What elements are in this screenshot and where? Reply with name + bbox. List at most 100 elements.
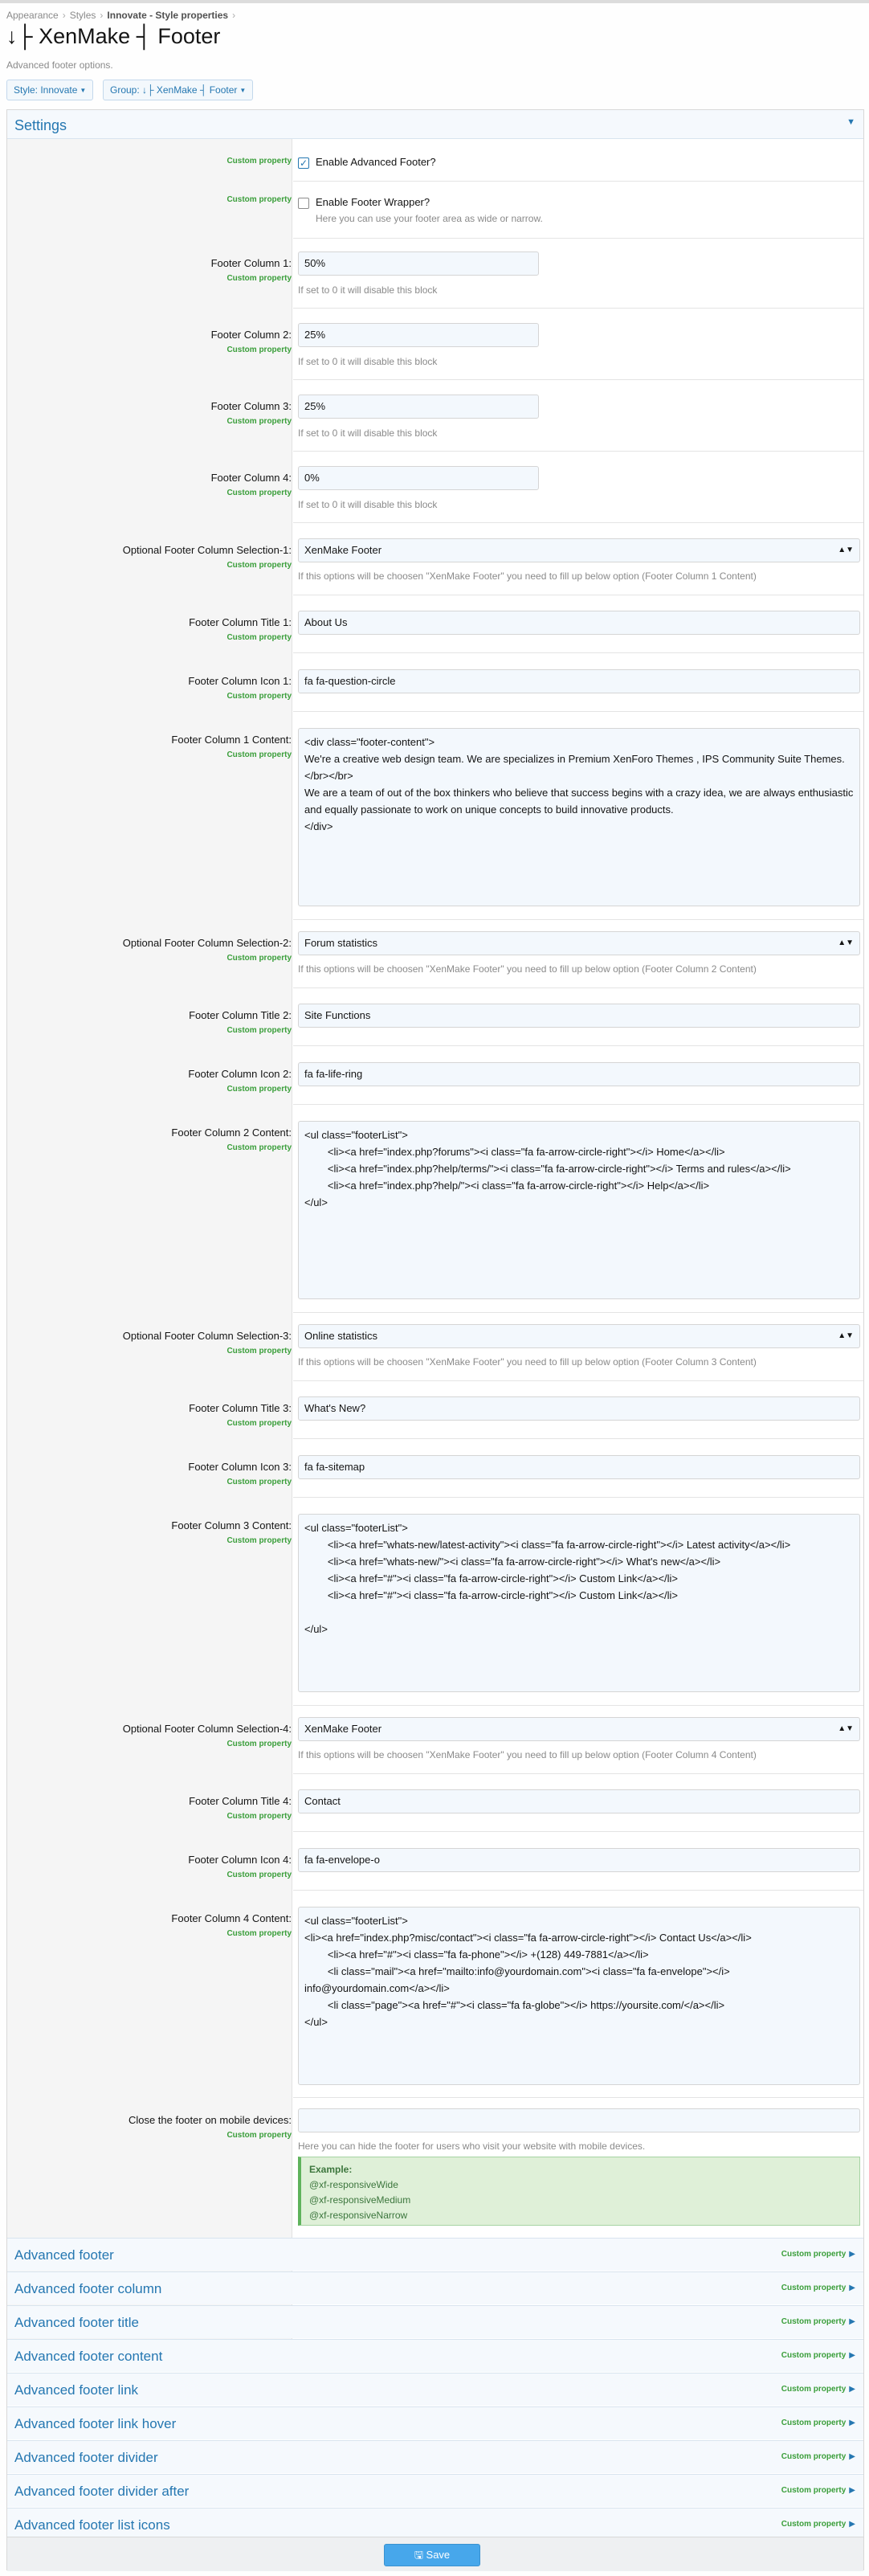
custom-property-tag: Custom property	[226, 195, 292, 204]
caret-right-icon: ▶	[849, 2351, 855, 2360]
enable-advanced-footer-label[interactable]: Enable Advanced Footer?	[316, 156, 436, 168]
column-4-selection-value: XenMake Footer	[304, 1723, 382, 1735]
collapsed-section-advanced-footer-link-hover[interactable]: Advanced footer link hover Custom propert…	[7, 2406, 863, 2439]
collapsed-section-advanced-footer-title[interactable]: Advanced footer title Custom property ▶	[7, 2305, 863, 2338]
column-3-content-textarea[interactable]: <ul class="footerList"> <li><a href="wha…	[298, 1514, 860, 1692]
divider	[293, 919, 863, 920]
settings-header[interactable]: Settings ▼	[7, 110, 863, 139]
top-bar	[0, 0, 869, 3]
column-3-icon-input[interactable]: fa fa-sitemap	[298, 1455, 860, 1479]
save-label: Save	[426, 2549, 451, 2561]
footer-column-2-input[interactable]: 25%	[298, 323, 539, 347]
style-chooser-label: Style: Innovate	[14, 84, 78, 96]
custom-property-text: Custom property	[781, 2284, 847, 2292]
custom-property-tag: Custom property ▶	[781, 2385, 855, 2394]
column-1-selection-label: Optional Footer Column Selection-1:	[122, 544, 292, 556]
custom-property-tag: Custom property	[226, 274, 292, 283]
divider	[293, 987, 863, 988]
collapsed-section-advanced-footer-content[interactable]: Advanced footer content Custom property ▶	[7, 2339, 863, 2372]
breadcrumb-item[interactable]: Innovate - Style properties	[107, 10, 228, 21]
footer-column-2-label: Footer Column 2:	[210, 329, 292, 341]
column-4-content-textarea[interactable]: <ul class="footerList"> <li><a href="ind…	[298, 1907, 860, 2085]
footer-column-4-input[interactable]: 0%	[298, 466, 539, 490]
column-2-selection-hint: If this options will be choosen "XenMake…	[298, 963, 757, 975]
column-2-title-input[interactable]: Site Functions	[298, 1004, 860, 1028]
custom-property-tag: Custom property ▶	[781, 2419, 855, 2427]
caret-right-icon: ▶	[849, 2520, 855, 2529]
custom-property-tag: Custom property ▶	[781, 2351, 855, 2360]
breadcrumb-separator: ›	[232, 10, 236, 21]
caret-right-icon: ▶	[849, 2385, 855, 2394]
divider	[293, 522, 863, 523]
custom-property-tag: Custom property	[226, 692, 292, 701]
column-4-selection-hint: If this options will be choosen "XenMake…	[298, 1749, 757, 1760]
column-1-title-input[interactable]: About Us	[298, 611, 860, 635]
footer-column-1-input[interactable]: 50%	[298, 251, 539, 276]
column-3-selection-select[interactable]: Online statistics ▲▼	[298, 1324, 860, 1348]
style-chooser-button[interactable]: Style: Innovate ▼	[6, 80, 94, 100]
collapsed-section-advanced-footer-divider-after[interactable]: Advanced footer divider after Custom prop…	[7, 2474, 863, 2507]
column-3-selection-label: Optional Footer Column Selection-3:	[122, 1330, 292, 1342]
breadcrumb-item[interactable]: Appearance	[6, 10, 59, 21]
collapsed-section-advanced-footer[interactable]: Advanced footer Custom property ▶	[7, 2238, 863, 2271]
mobile-close-input[interactable]	[298, 2108, 860, 2132]
column-3-icon-label: Footer Column Icon 3:	[188, 1461, 292, 1473]
custom-property-tag: Custom property	[226, 1143, 292, 1152]
footer-column-1-hint: If set to 0 it will disable this block	[298, 284, 438, 296]
section-title: Advanced footer link hover	[14, 2416, 177, 2431]
column-2-icon-label: Footer Column Icon 2:	[188, 1068, 292, 1080]
column-4-selection-label: Optional Footer Column Selection-4:	[122, 1723, 292, 1735]
form-submit-row: 🖫 Save	[7, 2537, 863, 2571]
section-title: Advanced footer divider after	[14, 2484, 190, 2499]
section-title: Advanced footer divider	[14, 2450, 158, 2465]
column-3-title-label: Footer Column Title 3:	[189, 1402, 292, 1414]
column-4-selection-select[interactable]: XenMake Footer ▲▼	[298, 1717, 860, 1741]
collapse-icon[interactable]: ▼	[847, 117, 855, 127]
custom-property-tag: Custom property	[226, 346, 292, 354]
custom-property-tag: Custom property	[226, 1085, 292, 1094]
custom-property-tag: Custom property ▶	[781, 2284, 855, 2292]
breadcrumb-item[interactable]: Styles	[70, 10, 96, 21]
column-1-content-textarea[interactable]: <div class="footer-content"> We're a cre…	[298, 728, 860, 906]
footer-column-3-label: Footer Column 3:	[210, 400, 292, 412]
example-item: @xf-responsiveNarrow	[309, 2210, 408, 2221]
divider	[293, 2097, 863, 2098]
divider	[293, 711, 863, 712]
divider	[293, 1438, 863, 1439]
custom-property-tag: Custom property ▶	[781, 2520, 855, 2529]
save-button[interactable]: 🖫 Save	[384, 2544, 480, 2566]
column-2-selection-select[interactable]: Forum statistics ▲▼	[298, 931, 860, 955]
collapsed-section-advanced-footer-list-icons[interactable]: Advanced footer list icons Custom propert…	[7, 2508, 863, 2537]
column-4-icon-input[interactable]: fa fa-envelope-o	[298, 1848, 860, 1872]
column-3-title-input[interactable]: What's New?	[298, 1396, 860, 1421]
custom-property-text: Custom property	[781, 2317, 847, 2326]
column-2-content-textarea[interactable]: <ul class="footerList"> <li><a href="ind…	[298, 1121, 860, 1299]
enable-advanced-footer-checkbox[interactable]: ✓	[298, 157, 309, 169]
divider	[293, 451, 863, 452]
custom-property-tag: Custom property	[226, 1478, 292, 1486]
group-chooser-button[interactable]: Group: ↓├ XenMake ┤ Footer ▼	[103, 80, 254, 100]
enable-footer-wrapper-label[interactable]: Enable Footer Wrapper?	[316, 196, 430, 208]
collapsed-section-advanced-footer-column[interactable]: Advanced footer column Custom property ▶	[7, 2271, 863, 2304]
custom-property-tag: Custom property	[226, 2131, 292, 2140]
column-4-title-input[interactable]: Contact	[298, 1789, 860, 1813]
custom-property-tag: Custom property	[226, 561, 292, 570]
column-1-icon-input[interactable]: fa fa-question-circle	[298, 669, 860, 693]
column-1-selection-select[interactable]: XenMake Footer ▲▼	[298, 538, 860, 562]
column-2-selection-value: Forum statistics	[304, 937, 378, 949]
example-item: @xf-responsiveWide	[309, 2179, 398, 2190]
column-3-selection-hint: If this options will be choosen "XenMake…	[298, 1356, 757, 1368]
column-1-selection-value: XenMake Footer	[304, 544, 382, 556]
collapsed-section-advanced-footer-link[interactable]: Advanced footer link Custom property ▶	[7, 2373, 863, 2406]
collapsed-section-advanced-footer-divider[interactable]: Advanced footer divider Custom property ▶	[7, 2440, 863, 2473]
footer-column-3-input[interactable]: 25%	[298, 395, 539, 419]
column-2-content-label: Footer Column 2 Content:	[171, 1126, 292, 1139]
column-2-icon-input[interactable]: fa fa-life-ring	[298, 1062, 860, 1086]
caret-right-icon: ▶	[849, 2250, 855, 2259]
select-arrows-icon: ▲▼	[838, 938, 854, 947]
section-title: Advanced footer link	[14, 2382, 139, 2398]
enable-footer-wrapper-checkbox[interactable]	[298, 198, 309, 209]
custom-property-text: Custom property	[781, 2385, 847, 2394]
page-description: Advanced footer options.	[6, 59, 113, 71]
example-box: Example: @xf-responsiveWide @xf-responsi…	[298, 2157, 860, 2226]
